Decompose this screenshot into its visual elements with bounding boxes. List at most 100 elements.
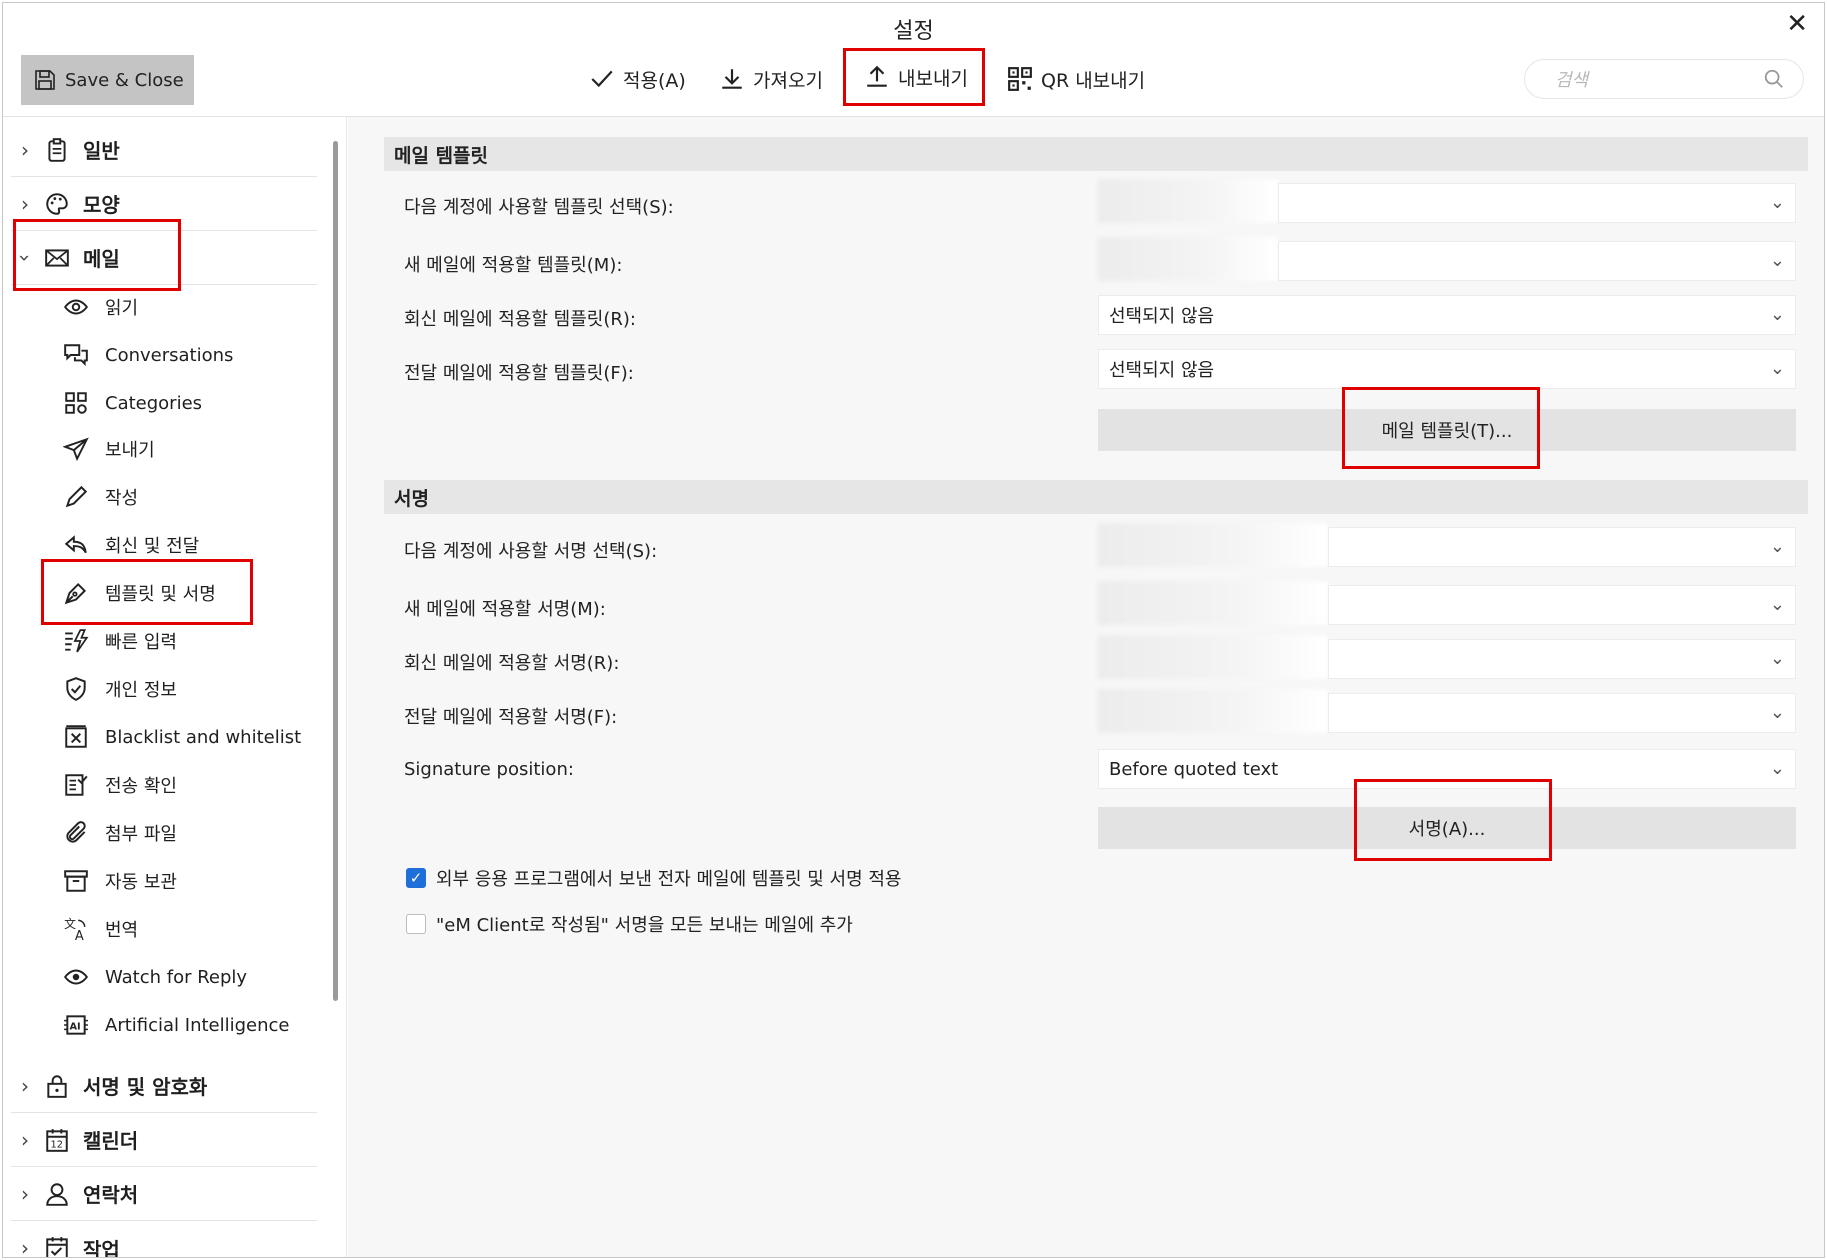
templates-new-mail-dropdown[interactable]: ⌄ [1278, 241, 1796, 281]
sidebar-item-delivery[interactable]: 전송 확인 [61, 763, 321, 807]
check-icon [591, 70, 613, 88]
sidebar-item-categories[interactable]: Categories [61, 381, 321, 425]
category-contacts[interactable]: › 연락처 [11, 1167, 317, 1221]
templates-account-dropdown[interactable]: ⌄ [1278, 183, 1796, 223]
apply-button[interactable]: 적용(A) [589, 51, 686, 107]
signatures-button[interactable]: 서명(A)... [1098, 807, 1796, 849]
import-button[interactable]: 가져오기 [719, 51, 823, 107]
templates-account-blurred [1098, 179, 1278, 223]
chevron-right-icon: › [21, 191, 29, 216]
shield-check-icon [61, 674, 91, 704]
receipt-check-icon [61, 770, 91, 800]
export-button[interactable]: 내보내기 [843, 48, 985, 106]
sidebar-item-conversations[interactable]: Conversations [61, 333, 321, 377]
qr-export-button[interactable]: QR 내보내기 [1007, 51, 1145, 107]
chevron-right-icon: › [21, 1127, 29, 1152]
sidebar-item-translate[interactable]: 文A 번역 [61, 907, 321, 951]
sidebar-item-compose[interactable]: 작성 [61, 475, 321, 519]
pen-nib-icon [61, 578, 91, 608]
external-apps-label: 외부 응용 프로그램에서 보낸 전자 메일에 템플릿 및 서명 적용 [436, 869, 902, 890]
category-mail[interactable]: › 메일 [11, 231, 317, 285]
templates-new-mail-blurred [1098, 237, 1278, 281]
sidebar-item-label: 빠른 입력 [105, 632, 177, 653]
sidebar-item-watch-reply[interactable]: Watch for Reply [61, 955, 321, 999]
close-icon[interactable]: ✕ [1786, 9, 1808, 39]
templates-reply-value: 선택되지 않음 [1109, 306, 1215, 327]
sidebar-item-label: Conversations [105, 344, 234, 366]
apply-label: 적용(A) [623, 69, 686, 92]
written-by-label: "eM Client로 작성됨" 서명을 모든 보내는 메일에 추가 [436, 915, 853, 936]
sidebar-item-label: 자동 보관 [105, 872, 177, 893]
sidebar-item-reply-forward[interactable]: 회신 및 전달 [61, 523, 321, 567]
sidebar-item-label: 작성 [105, 488, 139, 509]
palette-icon [39, 189, 75, 219]
svg-text:AI: AI [70, 1021, 81, 1032]
sidebar-item-sending[interactable]: 보내기 [61, 427, 321, 471]
calendar-check-icon [39, 1233, 75, 1257]
chevron-right-icon: › [21, 1181, 29, 1206]
category-label: 일반 [83, 139, 120, 163]
category-appearance[interactable]: › 모양 [11, 177, 317, 231]
search-placeholder: 검색 [1555, 70, 1589, 91]
sidebar-item-quick-text[interactable]: 빠른 입력 [61, 619, 321, 663]
sidebar-item-reading[interactable]: 읽기 [61, 285, 321, 329]
templates-reply-dropdown[interactable]: 선택되지 않음 ⌄ [1098, 295, 1796, 335]
sidebar-item-label: Blacklist and whitelist [105, 726, 302, 748]
signatures-forward-dropdown[interactable]: ⌄ [1328, 693, 1796, 733]
category-label: 캘린더 [83, 1129, 139, 1153]
signatures-button-label: 서명(A)... [1408, 819, 1486, 840]
sidebar-item-label: Watch for Reply [105, 966, 248, 988]
category-signing-encryption[interactable]: › 서명 및 암호화 [11, 1059, 317, 1113]
chevron-right-icon: › [21, 1073, 29, 1098]
signatures-new-mail-label: 새 메일에 적용할 서명(M): [404, 599, 606, 620]
signature-position-value: Before quoted text [1109, 758, 1279, 780]
sidebar-item-label: Artificial Intelligence [105, 1014, 290, 1036]
external-apps-checkbox[interactable]: ✓ [406, 868, 426, 888]
chevron-down-icon: ⌄ [1769, 648, 1785, 669]
sidebar-item-autoarchive[interactable]: 자동 보관 [61, 859, 321, 903]
window-title: 설정 [893, 19, 934, 44]
sidebar-item-label: 보내기 [105, 440, 155, 461]
chevron-down-icon: ⌄ [1769, 250, 1785, 271]
category-general[interactable]: › 일반 [11, 123, 317, 177]
sidebar-item-ai[interactable]: AI Artificial Intelligence [61, 1003, 321, 1047]
sidebar-scrollbar[interactable] [333, 141, 338, 1001]
written-by-checkbox[interactable] [406, 914, 426, 934]
written-by-option[interactable]: "eM Client로 작성됨" 서명을 모든 보내는 메일에 추가 [406, 911, 853, 937]
signatures-new-mail-dropdown[interactable]: ⌄ [1328, 585, 1796, 625]
blocked-box-icon [61, 722, 91, 752]
sidebar-item-templates-signatures[interactable]: 템플릿 및 서명 [5, 569, 327, 619]
chevron-down-icon: ⌄ [1769, 304, 1785, 325]
chevron-down-icon: ⌄ [1769, 758, 1785, 779]
category-tasks[interactable]: › 작업 [11, 1221, 317, 1257]
settings-sidebar: › 일반 › 모양 › 메일 읽기 Conversations Categori… [3, 117, 347, 1257]
signatures-account-dropdown[interactable]: ⌄ [1328, 527, 1796, 567]
external-apps-option[interactable]: ✓ 외부 응용 프로그램에서 보낸 전자 메일에 템플릿 및 서명 적용 [406, 865, 902, 891]
templates-forward-dropdown[interactable]: 선택되지 않음 ⌄ [1098, 349, 1796, 389]
chevron-right-icon: › [21, 137, 29, 162]
signatures-reply-blurred [1098, 635, 1328, 679]
person-icon [39, 1179, 75, 1209]
chevron-down-icon: ⌄ [1769, 594, 1785, 615]
mail-templates-button[interactable]: 메일 템플릿(T)... [1098, 409, 1796, 451]
chevron-down-icon: ⌄ [1769, 358, 1785, 379]
search-input[interactable]: 검색 [1524, 59, 1804, 99]
signatures-new-mail-blurred [1098, 581, 1328, 625]
signature-position-label: Signature position: [404, 759, 574, 780]
signatures-forward-label: 전달 메일에 적용할 서명(F): [404, 707, 618, 728]
sidebar-item-privacy[interactable]: 개인 정보 [61, 667, 321, 711]
templates-reply-label: 회신 메일에 적용할 템플릿(R): [404, 309, 636, 330]
sidebar-item-label: 전송 확인 [105, 776, 177, 797]
signatures-reply-label: 회신 메일에 적용할 서명(R): [404, 653, 620, 674]
sidebar-item-attachments[interactable]: 첨부 파일 [61, 811, 321, 855]
search-icon[interactable] [1763, 68, 1785, 90]
sidebar-item-blacklist[interactable]: Blacklist and whitelist [61, 715, 321, 759]
category-calendar[interactable]: › 12 캘린더 [11, 1113, 317, 1167]
signatures-reply-dropdown[interactable]: ⌄ [1328, 639, 1796, 679]
svg-text:12: 12 [51, 1139, 63, 1150]
signature-position-dropdown[interactable]: Before quoted text ⌄ [1098, 749, 1796, 789]
sidebar-item-label: 개인 정보 [105, 680, 177, 701]
category-label: 연락처 [83, 1183, 139, 1207]
calendar-icon: 12 [39, 1125, 75, 1155]
qr-code-icon [1008, 67, 1032, 91]
